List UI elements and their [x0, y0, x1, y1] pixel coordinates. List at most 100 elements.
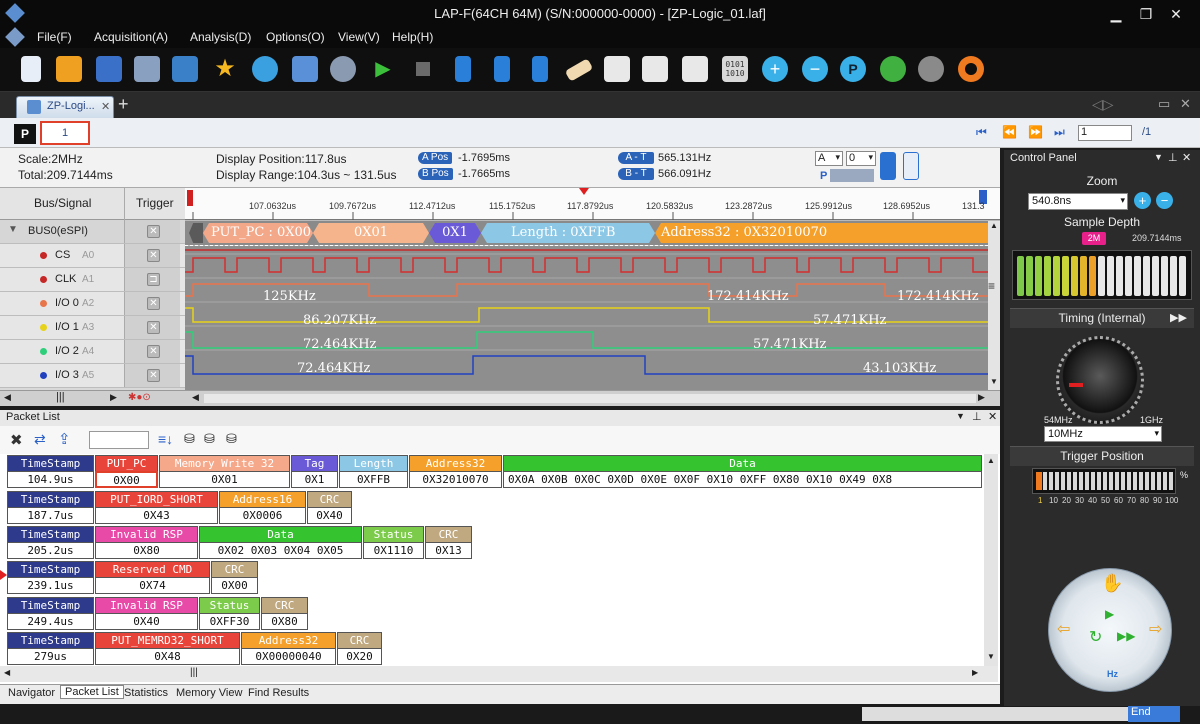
packet-horizontal-scrollbar[interactable]: ◀ ||| ▶: [0, 666, 998, 682]
bus-segment-length[interactable]: Length : 0XFFB: [481, 223, 655, 243]
trigger-cell[interactable]: ✕: [124, 292, 180, 315]
nav-right-icon[interactable]: ⇨: [1149, 619, 1162, 639]
page-number-input[interactable]: 1: [1078, 125, 1132, 141]
packet-value-cell[interactable]: 0X43: [95, 507, 218, 524]
signal-row-cs[interactable]: CS A0 ✕: [0, 244, 185, 268]
open-folder-icon[interactable]: [56, 56, 82, 82]
packet-vertical-scrollbar[interactable]: ▲ ▼: [984, 454, 998, 666]
copy-bus-icon[interactable]: [642, 56, 668, 82]
scroll-left-icon[interactable]: ◀: [4, 668, 10, 677]
timing-select[interactable]: 10MHz ▾: [1044, 426, 1162, 442]
nav-play-icon[interactable]: ▶: [1105, 607, 1114, 621]
mdi-icon[interactable]: [5, 27, 25, 47]
signal-row-bus0[interactable]: ▼ BUS0(eSPI) ✕: [0, 220, 185, 244]
packet-value-cell[interactable]: 104.9us: [7, 471, 94, 488]
timing-knob[interactable]: [1056, 336, 1144, 424]
packet-value-cell[interactable]: 0X74: [95, 577, 210, 594]
menu-view[interactable]: View(V): [338, 30, 380, 44]
trigger-cell[interactable]: ✕: [124, 244, 180, 267]
run-play-icon[interactable]: ▶: [370, 56, 396, 82]
trigger-position-slider[interactable]: [1032, 468, 1176, 494]
cp-zoom-in-icon[interactable]: +: [1134, 192, 1151, 209]
copy-all-icon[interactable]: [682, 56, 708, 82]
menu-acquisition[interactable]: Acquisition(A): [94, 30, 168, 44]
wave-horizontal-scrollbar[interactable]: ◀ ||| ▶ ✱●⊙ ◀ ▶: [0, 390, 1000, 406]
page-mode-icon[interactable]: P: [14, 124, 36, 144]
bus-segment-tag[interactable]: 0X1: [429, 223, 481, 243]
cursor-a-select[interactable]: A ▾: [815, 151, 843, 166]
collapse-icon[interactable]: ▼: [8, 224, 18, 235]
packet-value-cell[interactable]: 0X0A 0X0B 0X0C 0X0D 0X0E 0X0F 0X10 0XFF …: [503, 471, 982, 488]
wave-vertical-scrollbar[interactable]: ▲ ≡ ▼: [988, 221, 1000, 390]
p-value-field[interactable]: [830, 169, 874, 182]
search-probe-icon[interactable]: [918, 56, 944, 82]
waveform-panel[interactable]: 107.0632us 109.7672us 112.4712us 115.175…: [185, 188, 1000, 390]
cursor-index-select[interactable]: 0 ▾: [846, 151, 876, 166]
scroll-right-icon[interactable]: ▶: [972, 668, 978, 677]
sort-icon[interactable]: ≡↓: [158, 431, 173, 447]
tab-statistics[interactable]: Statistics: [124, 687, 168, 699]
trigger-cell[interactable]: ✕: [124, 220, 180, 243]
nav-refresh-icon[interactable]: ↻: [1089, 627, 1102, 647]
find-next-icon[interactable]: ⛁: [226, 431, 237, 447]
packet-value-cell[interactable]: 239.1us: [7, 577, 94, 594]
stop-icon[interactable]: [410, 56, 436, 82]
tools-icon[interactable]: [292, 56, 318, 82]
packet-value-cell[interactable]: 0X20: [337, 648, 382, 665]
save-settings-icon[interactable]: [172, 56, 198, 82]
doc-tab-close-icon[interactable]: ✕: [101, 100, 110, 113]
trigger-cell[interactable]: ✕: [124, 364, 180, 387]
menu-file[interactable]: File(F): [37, 30, 72, 44]
highlighter-icon[interactable]: [564, 58, 594, 82]
copy-wave-icon[interactable]: [604, 56, 630, 82]
save-icon[interactable]: [96, 56, 122, 82]
packet-value-cell[interactable]: 0XFF30: [199, 613, 260, 630]
prev-page-icon[interactable]: ⏪: [1002, 125, 1017, 139]
packet-value-cell[interactable]: 249.4us: [7, 613, 94, 630]
zoom-out-icon[interactable]: −: [802, 56, 828, 82]
wave-scroll-track[interactable]: [204, 394, 976, 403]
zoom-select[interactable]: 540.8ns ▾: [1028, 193, 1128, 210]
packet-value-cell[interactable]: 0X00000040: [241, 648, 336, 665]
nav-left-icon[interactable]: ⇦: [1057, 619, 1070, 639]
cp-close-icon[interactable]: ✕: [1182, 151, 1191, 164]
tab-memory-view[interactable]: Memory View: [176, 687, 242, 699]
print-icon[interactable]: [134, 56, 160, 82]
page-tab-1[interactable]: 1: [40, 121, 90, 145]
packet-value-cell[interactable]: 0X00: [211, 577, 258, 594]
packet-value-cell[interactable]: 0X48: [95, 648, 240, 665]
bus-segment-put-pc[interactable]: PUT_PC : 0X00: [203, 223, 313, 243]
maximize-icon[interactable]: ❐: [1134, 4, 1158, 24]
signal-scroll-left-icon[interactable]: ◀: [4, 392, 11, 403]
first-page-icon[interactable]: ⏮: [976, 125, 987, 140]
marker-b-icon[interactable]: [532, 56, 548, 82]
tab-restore-icon[interactable]: ▭: [1158, 96, 1170, 112]
packet-value-cell[interactable]: 205.2us: [7, 542, 94, 559]
cp-menu-icon[interactable]: ▼: [1154, 152, 1163, 162]
tab-find-results[interactable]: Find Results: [248, 687, 309, 699]
trigger-cell[interactable]: ✕: [124, 316, 180, 339]
scroll-thumb[interactable]: |||: [190, 667, 198, 678]
panel-menu-icon[interactable]: ▼: [956, 411, 965, 421]
menu-help[interactable]: Help(H): [392, 30, 433, 44]
nav-hz-icon[interactable]: Hz: [1107, 669, 1118, 679]
help-lifebuoy-icon[interactable]: [958, 56, 984, 82]
cursor-a-flag-icon[interactable]: [187, 190, 193, 206]
signal-tools-icon[interactable]: ✱●⊙: [128, 392, 151, 403]
network-icon[interactable]: [252, 56, 278, 82]
favorite-star-icon[interactable]: ★: [212, 56, 238, 82]
packet-value-cell[interactable]: 0X32010070: [409, 471, 502, 488]
signal-scroll-thumb[interactable]: |||: [56, 391, 65, 403]
marker-a-icon[interactable]: [494, 56, 510, 82]
navigation-wheel[interactable]: ✋ ⇦ ⇨ ▶ ↻ ▶▶ Hz: [1048, 568, 1172, 692]
clear-icon[interactable]: ✖: [10, 431, 23, 449]
tab-packet-list[interactable]: Packet List: [60, 685, 124, 699]
sync-icon[interactable]: ⇄: [34, 431, 46, 448]
packet-value-cell[interactable]: 187.7us: [7, 507, 94, 524]
scroll-up-icon[interactable]: ▲: [987, 456, 995, 465]
bus-segment-0x01[interactable]: 0X01: [313, 223, 429, 243]
nav-fast-forward-icon[interactable]: ▶▶: [1117, 629, 1135, 643]
sample-depth-bar[interactable]: [1012, 250, 1192, 300]
bus-decode-row[interactable]: PUT_PC : 0X00 0X01 0X1 Length : 0XFFB Ad…: [185, 221, 988, 245]
export-icon[interactable]: ⇪: [58, 430, 71, 448]
